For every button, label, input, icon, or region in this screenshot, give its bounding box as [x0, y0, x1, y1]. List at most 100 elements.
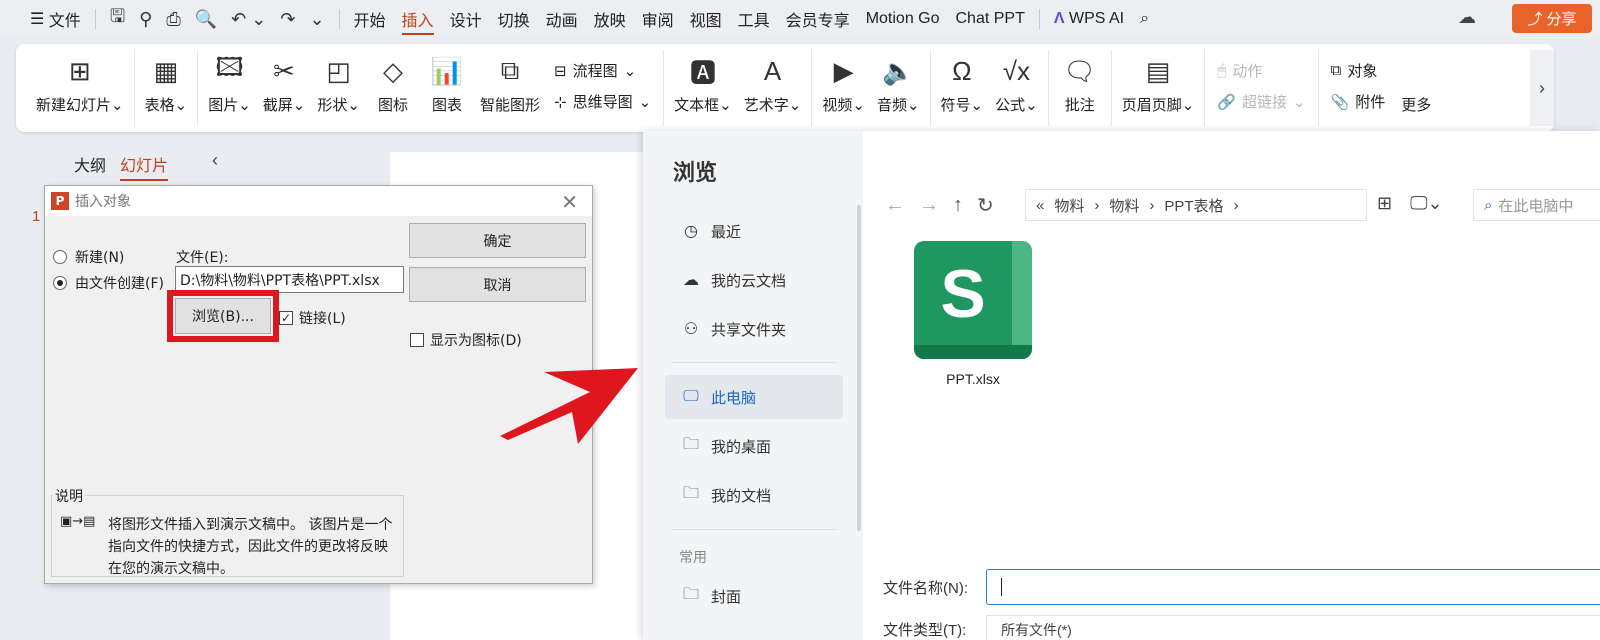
nav-cover[interactable]: 🗀 封面 [665, 574, 843, 618]
screenshot-button[interactable]: ✂ 截屏⌄ [257, 50, 312, 115]
paperclip-icon: 📎 [1330, 93, 1350, 111]
audio-button[interactable]: 🔈 音频⌄ [871, 50, 926, 115]
collapse-panel-icon[interactable]: ‹ [212, 150, 218, 171]
menu-transition[interactable]: 切换 [490, 0, 538, 38]
new-folder-icon[interactable]: ⊞ [1377, 193, 1392, 214]
menu-animation[interactable]: 动画 [538, 0, 586, 38]
nav-shared-folder[interactable]: ⚇ 共享文件夹 [665, 307, 843, 351]
back-arrow-icon[interactable]: ← [885, 194, 905, 217]
object-icon: ⧉ [1330, 62, 1342, 79]
menu-motion-go[interactable]: Motion Go [858, 0, 948, 38]
more-column: 更多 [1393, 50, 1439, 115]
picture-button[interactable]: 🖾 图片⌄ [202, 50, 257, 115]
nav-cloud-docs[interactable]: ☁ 我的云文档 [665, 258, 843, 302]
symbol-button[interactable]: Ω 符号⌄ [935, 50, 990, 115]
search-icon[interactable]: ⌕ [1132, 0, 1157, 38]
action-button[interactable]: 🖱 动作 [1217, 60, 1305, 81]
menu-design[interactable]: 设计 [442, 0, 490, 38]
nav-desktop[interactable]: 🗀 我的桌面 [665, 424, 843, 468]
wordart-button[interactable]: A 艺术字⌄ [738, 50, 808, 115]
refresh-icon[interactable]: ↻ [977, 193, 994, 218]
breadcrumb-item[interactable]: 物料 [1109, 195, 1139, 216]
menu-view[interactable]: 视图 [682, 0, 730, 38]
object-button[interactable]: ⧉ 对象 [1331, 60, 1386, 81]
undo-icon[interactable]: ↶ ⌄ [231, 9, 266, 30]
file-item-xlsx[interactable]: S PPT.xlsx [911, 241, 1035, 387]
comment-button[interactable]: 🗨 批注 [1053, 50, 1107, 115]
quick-access: 🖫 ⚲ ⎙ 🔍 ↶ ⌄ ↷ ⌄ [102, 4, 333, 34]
nav-this-pc[interactable]: 🖵 此电脑 [665, 375, 843, 419]
link-checkbox[interactable]: ✓ 链接(L) [279, 308, 346, 328]
menu-start[interactable]: 开始 [346, 0, 394, 38]
menu-chat-ppt[interactable]: Chat PPT [948, 0, 1033, 38]
menu-tools[interactable]: 工具 [730, 0, 778, 38]
icon-label: 图标 [377, 97, 408, 114]
chevron-right-icon: › [1233, 196, 1239, 214]
filetype-select[interactable]: 所有文件(*) [986, 615, 1600, 640]
save-icon[interactable]: 🖫 [110, 4, 125, 34]
ribbon-group-comment: 🗨 批注 [1049, 50, 1112, 126]
close-icon[interactable]: ✕ [561, 190, 578, 214]
menu-review[interactable]: 审阅 [634, 0, 682, 38]
more-button[interactable]: 更多 [1401, 94, 1431, 115]
textbox-button[interactable]: 🅰 文本框⌄ [668, 50, 738, 115]
menu-wps-ai[interactable]: Ʌ WPS AI [1046, 0, 1132, 38]
search-box[interactable]: ⌕ 在此电脑中 [1473, 189, 1600, 221]
file-path-input[interactable]: D:\物料\物料\PPT表格\PPT.xlsx [175, 266, 404, 293]
chart-button[interactable]: 📊 图表 [420, 50, 474, 115]
sidebar-scrollbar[interactable] [857, 205, 861, 531]
filename-input[interactable] [986, 569, 1600, 605]
cancel-button[interactable]: 取消 [409, 267, 586, 302]
tab-slides[interactable]: 幻灯片 [120, 152, 169, 181]
view-mode-icon[interactable]: 🖵⌄ [1410, 193, 1442, 214]
share-button[interactable]: ⤴ 分享 [1512, 4, 1592, 33]
smart-graphic-button[interactable]: ⧉ 智能图形 [474, 50, 546, 115]
clock-icon: ◷ [684, 223, 698, 240]
breadcrumb-overflow-icon[interactable]: « [1036, 197, 1044, 214]
new-slide-button[interactable]: ⊞ 新建幻灯片⌄ [30, 50, 130, 115]
menu-member[interactable]: 会员专享 [778, 0, 858, 38]
sqrt-icon: √x [1002, 55, 1031, 86]
new-radio-label: 新建(N) [75, 250, 125, 266]
video-button[interactable]: ▶ 视频⌄ [816, 50, 871, 115]
menu-slideshow[interactable]: 放映 [586, 0, 634, 38]
formula-button[interactable]: √x 公式⌄ [989, 50, 1044, 115]
nav-documents[interactable]: 🗀 我的文档 [665, 473, 843, 517]
header-footer-label: 页眉页脚 [1121, 97, 1182, 114]
file-menu[interactable]: ☰ 文件 [22, 0, 89, 38]
ribbon-scroll-right-icon[interactable]: › [1530, 50, 1554, 126]
cloud-sync-icon[interactable]: ☁ [1458, 7, 1476, 28]
mouse-icon: 🖱 [1217, 62, 1227, 79]
flowchart-button[interactable]: ⊟ 流程图 ⌄ [554, 60, 651, 81]
forward-arrow-icon[interactable]: → [919, 194, 939, 217]
view-toolbar: ⊞ 🖵⌄ [1377, 193, 1443, 214]
menu-insert[interactable]: 插入 [394, 0, 442, 38]
redo-icon[interactable]: ↷ [280, 9, 295, 30]
format-painter-icon[interactable]: ⚲ [139, 9, 152, 30]
up-arrow-icon[interactable]: ↑ [953, 194, 963, 217]
attachment-button[interactable]: 📎 附件 [1331, 91, 1386, 112]
nav-recent[interactable]: ◷ 最近 [665, 209, 843, 253]
folder-icon: 🗀 [682, 484, 699, 502]
from-file-radio[interactable]: 由文件创建(F) [53, 273, 164, 293]
tab-outline[interactable]: 大纲 [74, 152, 106, 181]
ribbon-group-header: ▤ 页眉页脚⌄ [1112, 50, 1206, 126]
more-chevron-icon[interactable]: ⌄ [309, 9, 324, 30]
breadcrumb-item[interactable]: 物料 [1054, 195, 1084, 216]
hyperlink-button[interactable]: 🔗 超链接 ⌄ [1217, 91, 1305, 112]
nav-cover-label: 封面 [711, 588, 742, 606]
ribbon-group-illustrations: 🖾 图片⌄ ✂ 截屏⌄ ◰ 形状⌄ ◇ 图标 📊 图表 ⧉ 智能图形 ⊟ 流程图 ⌄ ⊹ 思维导图… [198, 50, 665, 126]
chart-label: 图表 [431, 97, 462, 114]
filename-label: 文件名称(N): [883, 580, 968, 597]
table-button[interactable]: ▦ 表格⌄ [139, 50, 194, 115]
new-radio[interactable]: 新建(N) [53, 247, 124, 267]
icon-button[interactable]: ◇ 图标 [366, 50, 420, 115]
header-footer-button[interactable]: ▤ 页眉页脚⌄ [1116, 50, 1201, 115]
shape-button[interactable]: ◰ 形状⌄ [311, 50, 366, 115]
show-as-icon-checkbox[interactable]: 显示为图标(D) [410, 330, 522, 350]
print-icon[interactable]: ⎙ [166, 9, 180, 30]
print-preview-icon[interactable]: 🔍 [195, 9, 217, 30]
mindmap-button[interactable]: ⊹ 思维导图 ⌄ [554, 91, 651, 112]
breadcrumb-item[interactable]: PPT表格 [1164, 195, 1223, 216]
ok-button[interactable]: 确定 [409, 223, 586, 258]
